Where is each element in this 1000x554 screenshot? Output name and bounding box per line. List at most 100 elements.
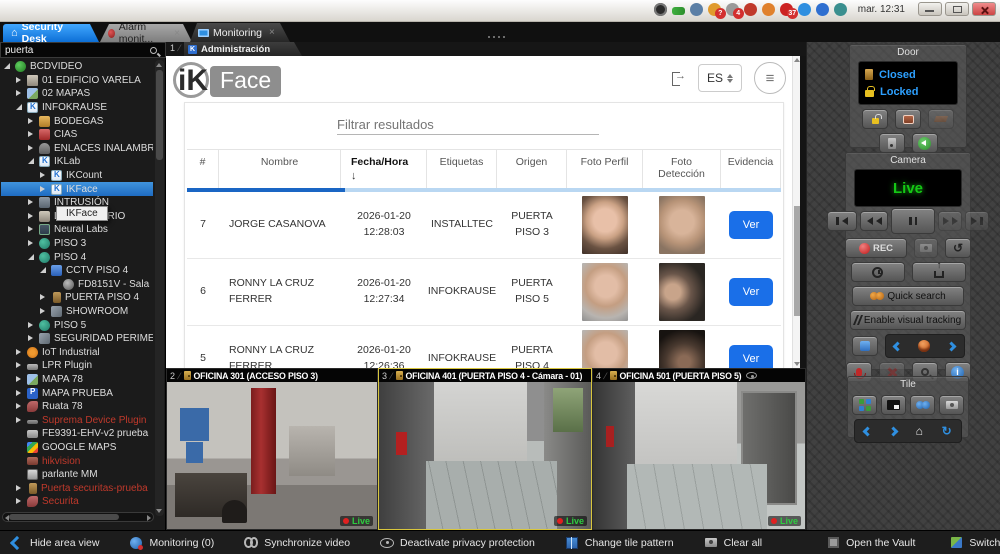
tree-item-mapa-78[interactable]: MAPA 78 <box>1 373 153 387</box>
expand-arrow-icon[interactable] <box>28 224 37 235</box>
tree-item-google-maps[interactable]: GOOGLE MAPS <box>1 441 153 455</box>
tree-item-bodegas[interactable]: BODEGAS <box>1 114 153 128</box>
unlock-door-button[interactable] <box>862 109 888 129</box>
menu-button[interactable]: ≡ <box>754 62 786 94</box>
expand-arrow-icon[interactable] <box>16 374 25 385</box>
expand-arrow-icon[interactable] <box>16 401 25 412</box>
app-tab-monitoring[interactable]: Monitoring× <box>190 23 290 42</box>
tree-item-hikvision[interactable]: hikvision <box>1 454 153 468</box>
user-session-icon[interactable] <box>744 3 757 16</box>
expand-arrow-icon[interactable] <box>16 415 25 426</box>
tree-item-cias[interactable]: CIAS <box>1 128 153 142</box>
expand-arrow-icon[interactable] <box>40 306 49 317</box>
tree-item-iot-industrial[interactable]: IoT Industrial <box>1 345 153 359</box>
column-header-foto-detecci-n[interactable]: Foto Detección <box>643 149 721 188</box>
monitor-alarms-button[interactable] <box>910 395 935 415</box>
collapse-arrow-icon[interactable] <box>4 61 13 72</box>
globe-icon[interactable] <box>816 3 829 16</box>
app-tab-security-desk[interactable]: ⌂Security Desk <box>3 24 99 42</box>
tree-item-fd8151v-sala[interactable]: FD8151V - Sala <box>1 278 153 292</box>
drag-handle-dots[interactable] <box>488 36 505 38</box>
expand-arrow-icon[interactable] <box>16 496 25 507</box>
language-selector[interactable]: ES <box>698 64 742 92</box>
tree-item-bcdvideo[interactable]: BCDVIDEO <box>1 60 153 74</box>
statusbar-change-tile-pattern[interactable]: Change tile pattern <box>565 536 674 550</box>
tree-item-ikface[interactable]: IKFace <box>1 182 153 196</box>
expand-arrow-icon[interactable] <box>28 129 37 140</box>
tree-item-ruata-78[interactable]: Ruata 78 <box>1 400 153 414</box>
tree-item-enlaces-inalambricos[interactable]: ENLACES INALAMBRICOS <box>1 142 153 156</box>
sound-horn-icon[interactable] <box>762 3 775 16</box>
expand-arrow-icon[interactable] <box>28 333 37 344</box>
expand-arrow-icon[interactable] <box>28 143 37 154</box>
ver-button[interactable]: Ver <box>729 345 773 368</box>
tree-item-02-mapas[interactable]: 02 MAPAS <box>1 87 153 101</box>
visual-tracking-button[interactable]: Enable visual tracking <box>850 310 966 330</box>
tree-item-01-edificio-varela[interactable]: 01 EDIFICIO VARELA <box>1 74 153 88</box>
statusbar-switch-to-map-mode[interactable]: Switch to map mode <box>949 536 1000 550</box>
filter-input[interactable] <box>337 115 599 135</box>
tree-item-cctv-piso-4[interactable]: CCTV PISO 4 <box>1 264 153 278</box>
search-input[interactable] <box>1 45 150 56</box>
column-header-etiquetas[interactable]: Etiquetas <box>427 149 497 188</box>
tree-vertical-scrollbar[interactable] <box>155 60 164 516</box>
shunt-reader-button[interactable] <box>879 133 905 153</box>
column-header-origen[interactable]: Origen <box>497 149 567 188</box>
tree-item-showroom[interactable]: SHOWROOM <box>1 305 153 319</box>
column-header-nombre[interactable]: Nombre <box>219 149 341 188</box>
alerts-icon[interactable]: 37 <box>780 3 793 16</box>
statusbar-open-the-vault[interactable]: Open the Vault <box>826 536 915 550</box>
forgive-antipassback-button[interactable] <box>912 133 938 153</box>
collapse-arrow-icon[interactable] <box>28 252 37 263</box>
close-button[interactable] <box>972 2 996 16</box>
expand-arrow-icon[interactable] <box>28 197 37 208</box>
tree-item-suprema-device-plugin[interactable]: Suprema Device Plugin <box>1 413 153 427</box>
statusbar-deactivate-privacy-protection[interactable]: Deactivate privacy protection <box>380 536 535 550</box>
tree-item-iklab[interactable]: IKLab <box>1 155 153 169</box>
quick-search-button[interactable]: Quick search <box>852 286 964 306</box>
ver-button[interactable]: Ver <box>729 278 773 306</box>
monitor-button[interactable] <box>881 395 906 415</box>
tree-item-piso-5[interactable]: PISO 5 <box>1 318 153 332</box>
expand-arrow-icon[interactable] <box>28 238 37 249</box>
column-header-[interactable]: # <box>187 149 219 188</box>
remote-support-icon[interactable] <box>690 3 703 16</box>
logout-icon[interactable] <box>672 71 686 85</box>
door-camera-button[interactable] <box>895 109 921 129</box>
app-tab-alarm-monit[interactable]: Alarm monit...× <box>100 24 192 42</box>
camera-tile-3[interactable]: 3/OFICINA 401 (PUERTA PISO 4 - Cámara - … <box>378 368 592 530</box>
expand-arrow-icon[interactable] <box>16 347 25 358</box>
collapse-arrow-icon[interactable] <box>40 265 49 276</box>
expand-arrow-icon[interactable] <box>40 184 49 195</box>
tree-item-puerta-securitas-prueba[interactable]: Puerta securitas-prueba <box>1 481 153 495</box>
skip-forward-button[interactable] <box>965 211 989 231</box>
tree-item-neural-labs[interactable]: Neural Labs <box>1 223 153 237</box>
fast-forward-button[interactable] <box>938 211 962 231</box>
home-icon[interactable]: ⌂ <box>916 426 923 436</box>
minimize-button[interactable] <box>918 2 942 16</box>
statusbar-synchronize-video[interactable]: Synchronize video <box>244 536 350 550</box>
expand-arrow-icon[interactable] <box>40 170 49 181</box>
expand-arrow-icon[interactable] <box>16 360 25 371</box>
previous-camera-button[interactable] <box>893 341 903 351</box>
close-tab-icon[interactable]: × <box>269 27 275 38</box>
tree-item-fe9391-ehv-v2-prueba[interactable]: FE9391-EHV-v2 prueba <box>1 427 153 441</box>
refresh-icon[interactable]: ↻ <box>942 426 952 437</box>
speaker-icon[interactable] <box>798 3 811 16</box>
page-scrollbar[interactable] <box>792 56 800 368</box>
tree-item-puerta-piso-4[interactable]: PUERTA PISO 4 <box>1 291 153 305</box>
camera-tile-2[interactable]: 2/OFICINA 301 (ACCESO PISO 3)Live <box>166 368 378 530</box>
next-content-button[interactable] <box>889 426 899 436</box>
expand-arrow-icon[interactable] <box>28 211 37 222</box>
column-header-foto-perfil[interactable]: Foto Perfil <box>567 149 643 188</box>
statusbar-hide-area-view[interactable]: Hide area view <box>10 536 99 550</box>
collapse-arrow-icon[interactable] <box>16 102 25 113</box>
tree-item-ikcount[interactable]: IKCount <box>1 169 153 183</box>
app-logo-icon[interactable] <box>654 3 667 16</box>
expand-arrow-icon[interactable] <box>16 483 25 494</box>
tree-item-mapa-prueba[interactable]: MAPA PRUEBA <box>1 386 153 400</box>
previous-content-button[interactable] <box>863 426 873 436</box>
tree-item-piso-3[interactable]: PISO 3 <box>1 237 153 251</box>
expand-arrow-icon[interactable] <box>28 116 37 127</box>
next-camera-button[interactable] <box>946 341 956 351</box>
